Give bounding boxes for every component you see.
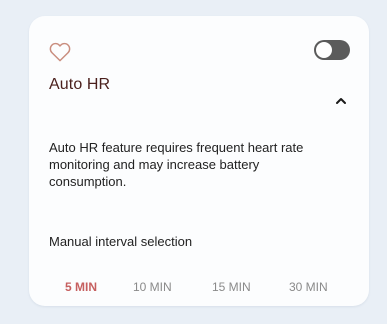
interval-option-30-min[interactable]: 30 MIN: [289, 280, 328, 294]
auto-hr-card: Auto HR Auto HR feature requires frequen…: [29, 16, 369, 306]
toggle-knob: [315, 41, 333, 59]
interval-option-5-min[interactable]: 5 MIN: [65, 280, 97, 294]
interval-section-label: Manual interval selection: [49, 234, 193, 249]
chevron-up-icon[interactable]: [335, 96, 347, 106]
card-title: Auto HR: [49, 76, 111, 93]
heart-icon: [49, 42, 71, 62]
auto-hr-toggle[interactable]: [314, 40, 350, 60]
description-text: Auto HR feature requires frequent heart …: [49, 140, 304, 189]
interval-options: 5 MIN 10 MIN 15 MIN 30 MIN: [29, 280, 369, 296]
interval-option-15-min[interactable]: 15 MIN: [212, 280, 251, 294]
interval-option-10-min[interactable]: 10 MIN: [133, 280, 172, 294]
